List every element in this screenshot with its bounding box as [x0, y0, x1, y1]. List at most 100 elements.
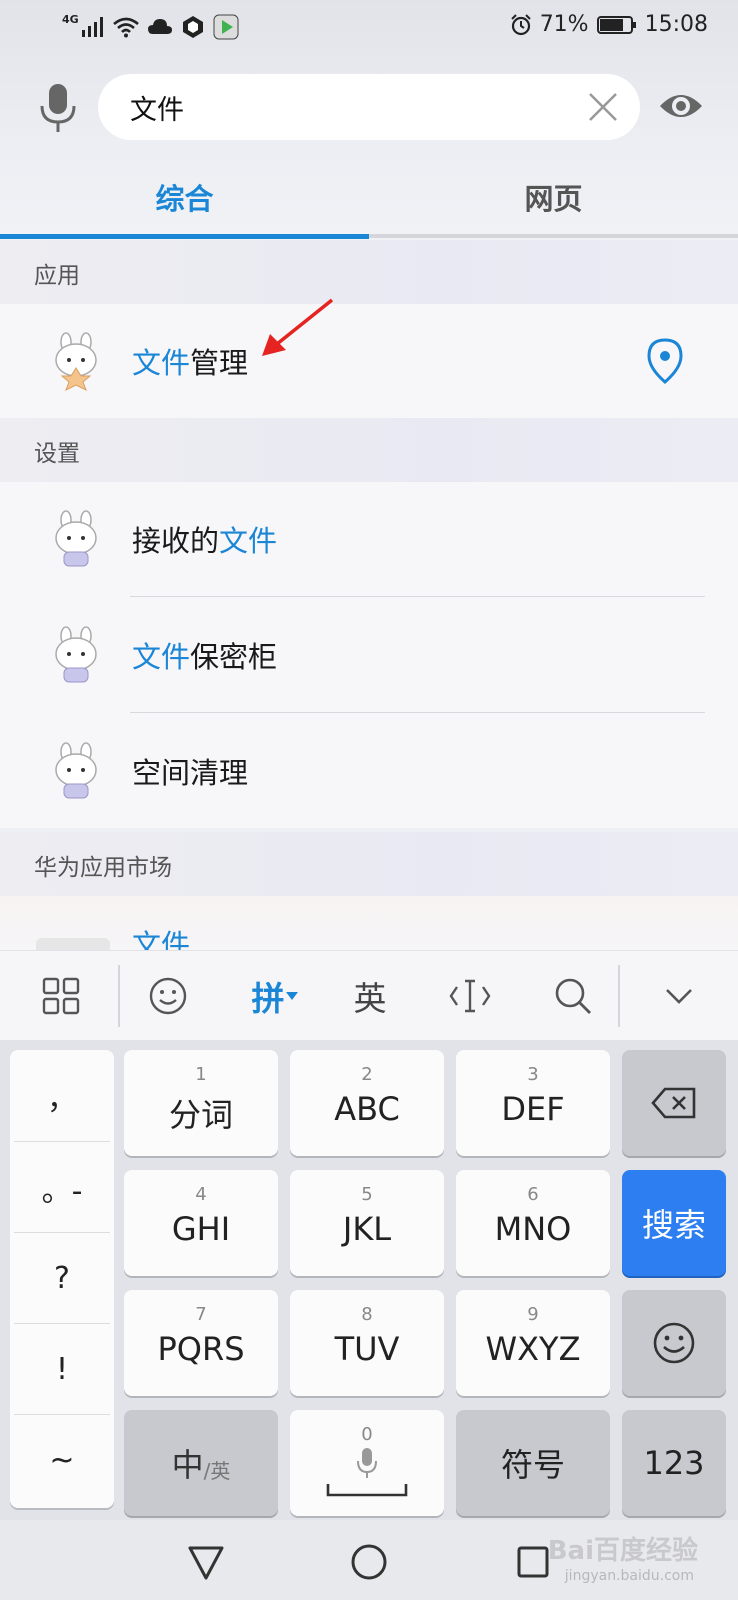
key-label: JKL: [342, 1210, 392, 1248]
key-number: 4: [195, 1184, 207, 1205]
english-mode-button[interactable]: 英: [342, 971, 398, 1021]
space-key[interactable]: 0: [290, 1410, 444, 1516]
pinyin-mode-button[interactable]: 拼: [240, 971, 310, 1021]
label-highlight: 文件: [132, 346, 191, 380]
search-submit-button[interactable]: 搜索: [622, 1170, 726, 1276]
market-result-peek[interactable]: 文件: [0, 896, 738, 950]
key-4[interactable]: 4 GHI: [124, 1170, 278, 1276]
label-highlight: 文件: [132, 640, 191, 674]
key-label: MNO: [494, 1210, 572, 1248]
search-query[interactable]: 文件: [130, 88, 184, 127]
key-label: DEF: [501, 1090, 565, 1128]
backspace-button[interactable]: [622, 1050, 726, 1156]
rabbit-avatar-icon: [55, 626, 97, 683]
location-pin-icon[interactable]: [646, 338, 684, 384]
key-number: 3: [527, 1064, 539, 1085]
app-notification-icon: [182, 16, 203, 38]
language-switch-key[interactable]: 中/英: [124, 1410, 278, 1516]
punct-comma-key[interactable]: ，: [10, 1050, 114, 1141]
ime-toolbar: 拼 英: [0, 950, 738, 1040]
section-title: 应用: [34, 263, 80, 289]
divider: [130, 596, 705, 597]
list-item-file-safe[interactable]: 文件保密柜: [0, 598, 738, 712]
key-label: 分词: [168, 1096, 233, 1134]
key-number: 1: [195, 1064, 207, 1085]
status-bar: 4G 71% 15:08: [0, 0, 738, 58]
key-1[interactable]: 1 分词: [124, 1050, 278, 1156]
list-item-label: 接收的文件: [132, 518, 277, 560]
dropdown-arrow-icon: [285, 992, 298, 1000]
key-label: ABC: [334, 1090, 400, 1128]
key-7[interactable]: 7 PQRS: [124, 1290, 278, 1396]
app-thumbnail: [36, 938, 110, 950]
backspace-icon: [651, 1087, 696, 1119]
label-prefix: 接收的: [132, 524, 220, 558]
list-item-received-files[interactable]: 接收的文件: [0, 482, 738, 596]
tab-indicator: [0, 234, 369, 239]
key-number: 2: [361, 1064, 373, 1085]
keyboard: ， 。- ? ! ~ 1 分词 2 ABC 3 DEF 4 GHI 5 JKL …: [0, 1040, 738, 1520]
label-highlight: 文件: [219, 524, 278, 558]
apps-card: 文件管理: [0, 304, 738, 418]
search-icon[interactable]: [548, 971, 598, 1021]
key-label: GHI: [171, 1210, 231, 1248]
key-label: TUV: [334, 1330, 400, 1368]
video-app-icon: [213, 14, 239, 40]
divider: [130, 712, 705, 713]
settings-card: 接收的文件 文件保密柜 空间清理: [0, 482, 738, 828]
key-number: 8: [361, 1304, 373, 1325]
close-icon[interactable]: [586, 90, 620, 124]
key-number: 7: [195, 1304, 207, 1325]
list-item-file-manager[interactable]: 文件管理: [0, 304, 738, 418]
search-input[interactable]: 文件: [98, 74, 640, 140]
section-header-apps: 应用: [0, 240, 738, 304]
symbols-key[interactable]: 符号: [456, 1410, 610, 1516]
key-5[interactable]: 5 JKL: [290, 1170, 444, 1276]
home-icon[interactable]: [347, 1540, 391, 1584]
result-tabs: 综合 网页: [0, 160, 738, 240]
key-8[interactable]: 8 TUV: [290, 1290, 444, 1396]
cloud-icon: [147, 19, 172, 34]
tab-comprehensive[interactable]: 综合: [0, 176, 369, 218]
punct-tilde-key[interactable]: ~: [10, 1415, 114, 1506]
key-2[interactable]: 2 ABC: [290, 1050, 444, 1156]
clock: 15:08: [644, 12, 708, 37]
lang-sub-label: /英: [203, 1458, 231, 1483]
cursor-edit-icon[interactable]: [442, 971, 498, 1021]
wifi-icon: [112, 17, 139, 38]
emoji-key[interactable]: [622, 1290, 726, 1396]
punctuation-column: ， 。- ? ! ~: [10, 1050, 114, 1508]
red-arrow-annotation: [262, 298, 334, 356]
rabbit-avatar-icon: [55, 742, 97, 799]
key-number: 0: [361, 1424, 373, 1445]
tab-web[interactable]: 网页: [369, 176, 738, 218]
emoji-icon[interactable]: [142, 971, 194, 1021]
pinyin-label: 拼: [251, 979, 285, 1018]
section-header-market: 华为应用市场: [0, 832, 738, 896]
label-rest: 保密柜: [190, 640, 278, 674]
list-item-space-cleanup[interactable]: 空间清理: [0, 714, 738, 828]
key-9[interactable]: 9 WXYZ: [456, 1290, 610, 1396]
section-title: 华为应用市场: [34, 855, 172, 881]
search-key-label: 搜索: [641, 1206, 706, 1244]
punct-question-key[interactable]: ?: [10, 1233, 114, 1324]
numbers-key[interactable]: 123: [622, 1410, 726, 1516]
grid-menu-icon[interactable]: [36, 971, 86, 1021]
microphone-icon[interactable]: [36, 82, 80, 134]
punct-period-key[interactable]: 。-: [10, 1142, 114, 1233]
key-3[interactable]: 3 DEF: [456, 1050, 610, 1156]
collapse-keyboard-icon[interactable]: [656, 971, 702, 1021]
alarm-icon: [510, 13, 531, 35]
key-label: PQRS: [157, 1330, 245, 1368]
punct-exclaim-key[interactable]: !: [10, 1324, 114, 1415]
list-item-label: 文件管理: [132, 340, 248, 382]
back-icon[interactable]: [184, 1540, 228, 1584]
battery-icon: [596, 15, 636, 34]
key-number: 5: [361, 1184, 373, 1205]
watermark-url: jingyan.baidu.com: [564, 1568, 694, 1584]
section-header-settings: 设置: [0, 418, 738, 482]
section-title: 设置: [34, 441, 80, 467]
network-type: 4G: [62, 12, 79, 26]
eye-icon[interactable]: [658, 86, 704, 132]
key-6[interactable]: 6 MNO: [456, 1170, 610, 1276]
